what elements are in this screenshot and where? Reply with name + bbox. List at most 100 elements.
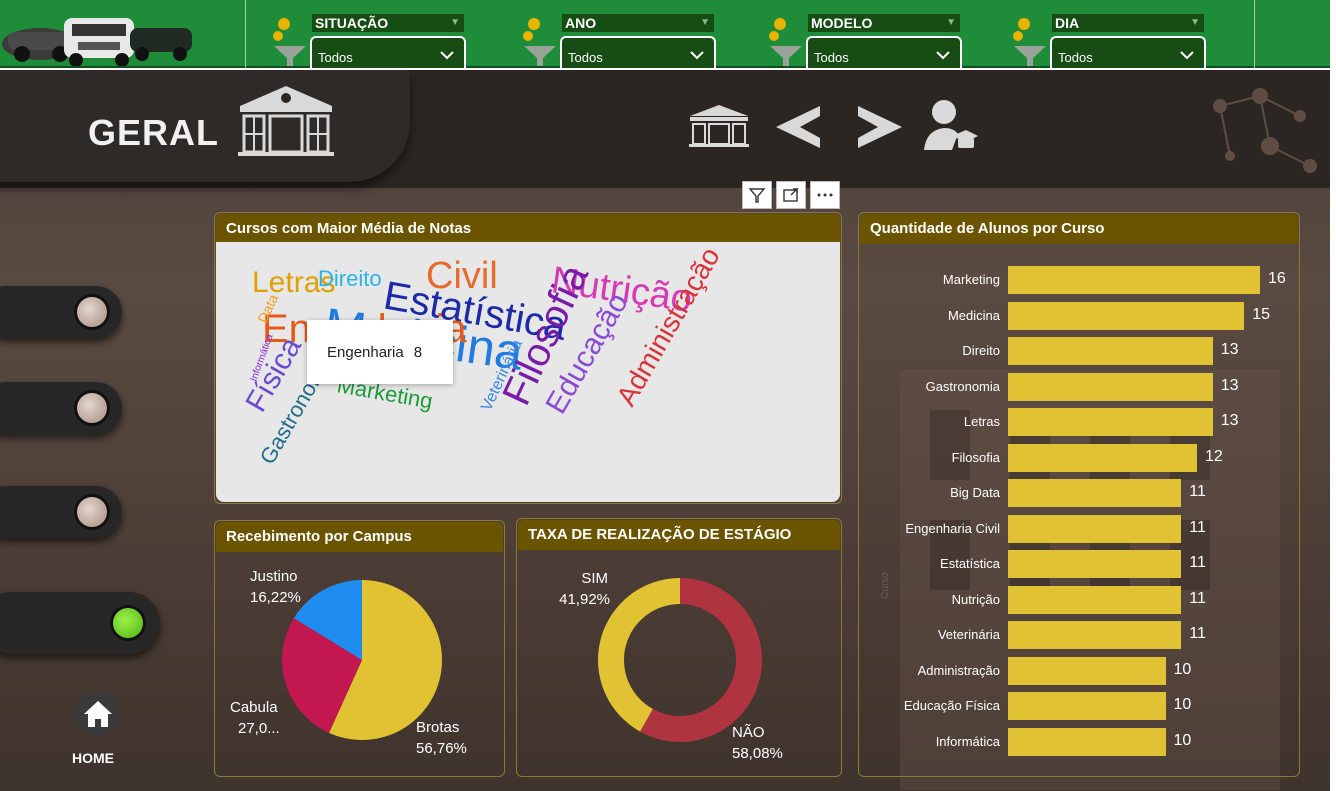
bar-value-label: 11	[1189, 483, 1206, 500]
label-name: Justino	[250, 568, 298, 585]
bar[interactable]	[1008, 408, 1213, 436]
label-name: SIM	[581, 570, 608, 587]
bar-row: Engenharia Civil 11	[860, 514, 1300, 544]
more-options-icon[interactable]	[810, 181, 840, 209]
pie-label-brotas: Brotas 56,76%	[416, 717, 467, 759]
bar-value-label: 11	[1189, 625, 1206, 642]
bar-row: Veterinária 11	[860, 620, 1300, 650]
bar-row: Gastronomia 13	[860, 372, 1300, 402]
filter-label: ANO ▼	[562, 14, 714, 32]
bar-category-label: Letras	[963, 414, 1000, 429]
label-name: Brotas	[416, 719, 460, 736]
home-label[interactable]: HOME	[72, 750, 114, 766]
bar-row: Estatística 11	[860, 549, 1300, 579]
forward-arrow-icon[interactable]	[856, 102, 906, 152]
nav-toggle-active[interactable]	[0, 592, 160, 654]
visual-toolbar	[742, 181, 840, 209]
bar-value-label: 10	[1173, 696, 1192, 713]
bar-category-label: Estatística	[940, 556, 1000, 571]
bar-value-label: 15	[1252, 305, 1271, 323]
bar-value-label: 12	[1205, 447, 1223, 465]
bar[interactable]	[1008, 550, 1182, 578]
car-logo	[2, 18, 192, 66]
university-icon	[238, 86, 334, 156]
filter-icon[interactable]	[742, 181, 772, 209]
label-pct: 56,76%	[416, 740, 467, 757]
bar[interactable]	[1008, 585, 1182, 614]
chevron-down-icon	[440, 51, 454, 60]
bar-category-label: Veterinária	[937, 627, 1000, 642]
filter-coin-icon	[1013, 18, 1046, 66]
bar-value-label: 13	[1220, 412, 1239, 429]
internship-donut-chart	[598, 578, 762, 742]
nav-toggle-3[interactable]	[0, 486, 122, 538]
label-pct: 41,92%	[559, 591, 610, 608]
bar[interactable]	[1008, 479, 1182, 507]
word-direito[interactable]: Direito	[318, 266, 382, 291]
bar[interactable]	[1008, 656, 1166, 685]
toggle-knob	[74, 390, 110, 426]
bar-category-label: Big Data	[950, 485, 1000, 500]
filter-bar: SITUAÇÃO ▼ Todos ANO ▼ Todos MODELO ▼ Todos…	[0, 0, 1330, 70]
tooltip-label: Engenharia	[327, 344, 404, 361]
slice-sim[interactable]	[598, 578, 680, 732]
pie-label-cabula: Cabula 27,0...	[230, 697, 280, 739]
bar-value-label: 11	[1189, 554, 1206, 571]
label-name: NÃO	[732, 724, 765, 741]
bar[interactable]	[1008, 372, 1213, 401]
bar-value-label: 11	[1189, 589, 1206, 607]
label-pct: 16,22%	[250, 589, 301, 606]
filter-label: DIA ▼	[1052, 14, 1204, 32]
chevron-down-icon	[690, 51, 704, 60]
bar[interactable]	[1008, 692, 1166, 720]
toggle-knob	[74, 494, 110, 530]
divider	[245, 0, 246, 68]
bar-chart-title: Quantidade de Alunos por Curso	[860, 214, 1298, 244]
home-icon[interactable]	[76, 692, 120, 736]
bar-value-label: 11	[1189, 518, 1206, 536]
modelo-dropdown[interactable]: Todos	[806, 36, 962, 70]
toggle-knob-active	[110, 605, 146, 641]
toggle-knob	[74, 294, 110, 330]
filter-coin-icon	[273, 18, 306, 66]
bar-row: Nutrição 11	[860, 585, 1300, 615]
bar-row: Filosofia 12	[860, 443, 1300, 473]
right-edge	[1330, 0, 1336, 791]
bar[interactable]	[1008, 337, 1213, 365]
bar[interactable]	[1008, 301, 1245, 330]
bar-category-label: Medicina	[947, 307, 1000, 323]
page-title: GERAL	[88, 112, 219, 153]
nav-toggle-1[interactable]	[0, 286, 122, 338]
bar-value-label: 13	[1220, 376, 1239, 394]
filter-label: MODELO ▼	[808, 14, 960, 32]
bar-row: Educação Física 10	[860, 691, 1300, 721]
bar[interactable]	[1008, 266, 1260, 294]
situacao-dropdown[interactable]: Todos	[310, 36, 466, 70]
divider	[1254, 0, 1255, 68]
donut-label-sim: SIM 41,92%	[556, 568, 610, 610]
bar-category-label: Filosofia	[951, 449, 1000, 465]
focus-mode-icon[interactable]	[776, 181, 806, 209]
nav-toggle-2[interactable]	[0, 382, 122, 434]
ano-dropdown[interactable]: Todos	[560, 36, 716, 70]
chevron-down-icon	[1180, 51, 1194, 60]
bar-row: Administração 10	[860, 656, 1300, 686]
bar[interactable]	[1008, 443, 1197, 472]
label-name: Cabula	[230, 699, 278, 716]
university-nav-icon[interactable]	[688, 104, 750, 148]
campus-pie-title: Recebimento por Campus	[216, 522, 503, 552]
bar[interactable]	[1008, 621, 1182, 649]
label-pct: 27,0...	[238, 720, 280, 737]
bar[interactable]	[1008, 514, 1182, 543]
campus-pie-chart	[282, 580, 442, 740]
bar-category-label: Educação Física	[903, 698, 1000, 713]
bar-category-label: Marketing	[942, 272, 1000, 287]
report-canvas: GERAL HOME Cursos com Maior Média de Not…	[0, 70, 1330, 791]
back-arrow-icon[interactable]	[772, 102, 822, 152]
dia-dropdown[interactable]: Todos	[1050, 36, 1206, 70]
internship-donut-title: TAXA DE REALIZAÇÃO DE ESTÁGIO	[518, 520, 840, 550]
student-icon[interactable]	[922, 98, 978, 154]
bar[interactable]	[1008, 727, 1166, 756]
filter-coin-icon	[523, 18, 556, 66]
word-administracao[interactable]: Administração	[610, 242, 726, 411]
